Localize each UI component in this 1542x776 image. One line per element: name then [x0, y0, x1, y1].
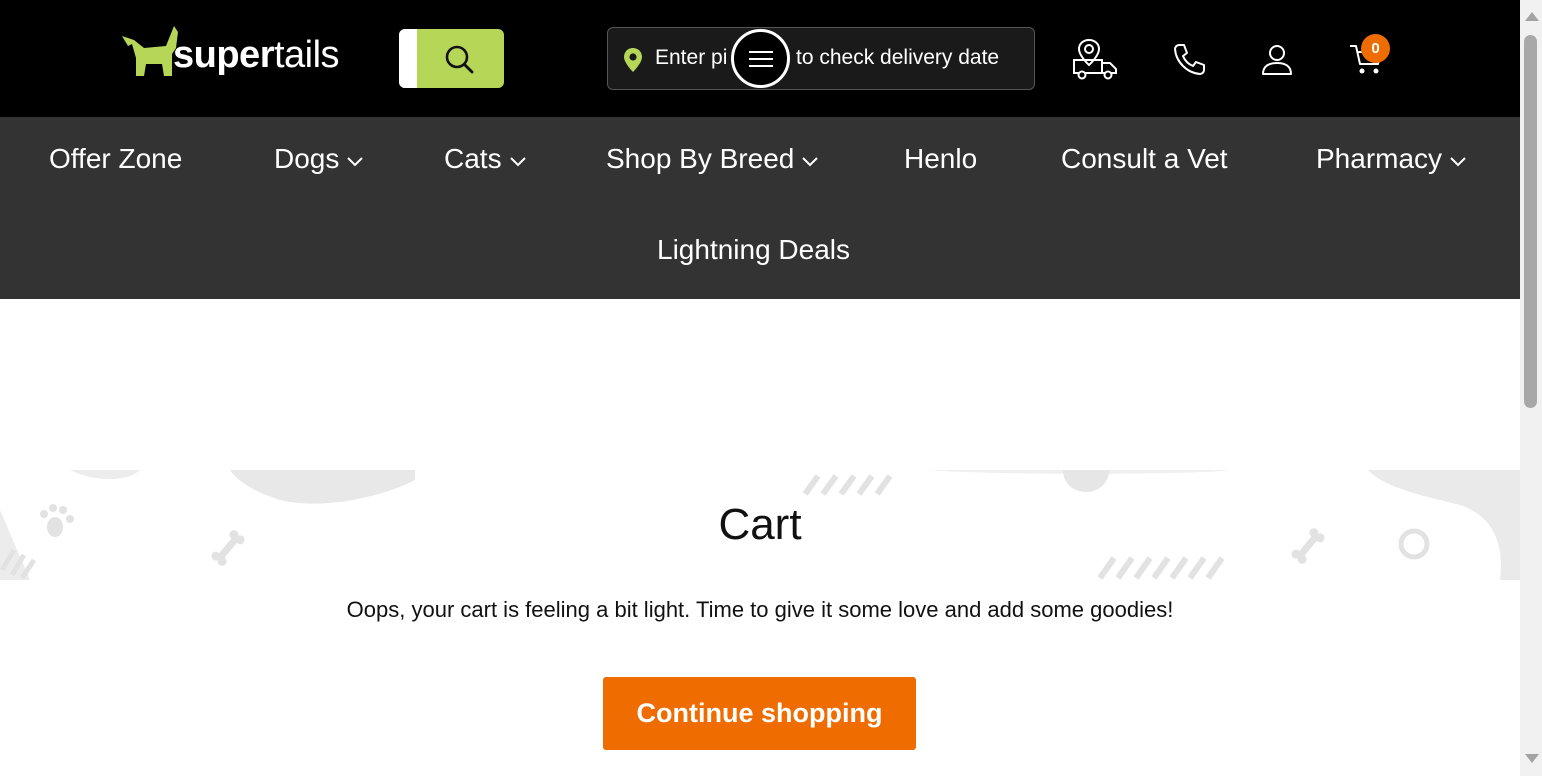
- search-icon: [445, 45, 474, 74]
- pincode-prompt-end: to check delivery date: [796, 46, 1000, 69]
- cart-count-badge: 0: [1361, 34, 1390, 63]
- nav-item-label: Pharmacy: [1316, 143, 1443, 174]
- nav-item-label: Offer Zone: [49, 143, 183, 174]
- pincode-prompt-start: Enter pi: [655, 46, 728, 69]
- nav-item-consult-a-vet[interactable]: Consult a Vet: [1061, 143, 1228, 175]
- nav-item-cats[interactable]: Cats: [444, 143, 526, 175]
- nav-item-label: Shop By Breed: [606, 143, 795, 174]
- nav-item-dogs[interactable]: Dogs: [274, 143, 364, 175]
- nav-item-label: Lightning Deals: [657, 234, 851, 265]
- location-pin-icon: [624, 48, 642, 72]
- search-button[interactable]: [399, 29, 504, 88]
- chevron-down-icon: [1450, 157, 1466, 167]
- scrollbar-thumb[interactable]: [1524, 35, 1537, 408]
- chevron-down-icon: [347, 157, 364, 167]
- dog-logo-icon: [122, 26, 178, 76]
- chevron-down-icon: [802, 157, 819, 167]
- nav-item-lightning-deals[interactable]: Lightning Deals: [657, 234, 850, 266]
- cart-title: Cart: [718, 500, 802, 549]
- supertails-logo[interactable]: supertails: [118, 22, 358, 82]
- delivery-truck-icon[interactable]: [1072, 38, 1118, 80]
- top-header: supertails Enter pi to check delivery da…: [0, 0, 1520, 117]
- nav-item-label: Consult a Vet: [1061, 143, 1228, 174]
- phone-icon[interactable]: [1172, 42, 1206, 76]
- pincode-delivery-box[interactable]: Enter pi to check delivery date: [607, 27, 1035, 90]
- nav-item-pharmacy[interactable]: Pharmacy: [1316, 143, 1466, 175]
- nav-item-label: Henlo: [904, 143, 978, 174]
- user-icon[interactable]: [1260, 42, 1294, 76]
- empty-cart-message: Oops, your cart is feeling a bit light. …: [346, 597, 1174, 622]
- continue-shopping-button[interactable]: Continue shopping: [603, 677, 916, 750]
- nav-item-label: Dogs: [274, 143, 340, 174]
- menu-button[interactable]: [731, 29, 790, 88]
- nav-item-shop-by-breed[interactable]: Shop By Breed: [606, 143, 819, 175]
- nav-item-henlo[interactable]: Henlo: [904, 143, 977, 175]
- chevron-down-icon: [509, 157, 526, 167]
- scroll-down-arrow-icon[interactable]: [1525, 754, 1539, 763]
- logo-text-super: super: [173, 34, 274, 76]
- logo-text-tails: tails: [273, 34, 340, 76]
- nav-item-label: Cats: [444, 143, 502, 174]
- menu-icon: [749, 51, 773, 67]
- logo-wordmark: supertails: [173, 34, 340, 77]
- search-input-edge[interactable]: [399, 29, 417, 88]
- page-scrollbar[interactable]: [1520, 0, 1542, 776]
- nav-item-offer-zone[interactable]: Offer Zone: [49, 143, 182, 175]
- main-nav: Offer Zone Dogs Cats Shop By Breed Henlo…: [0, 117, 1520, 299]
- scroll-up-arrow-icon[interactable]: [1525, 12, 1539, 21]
